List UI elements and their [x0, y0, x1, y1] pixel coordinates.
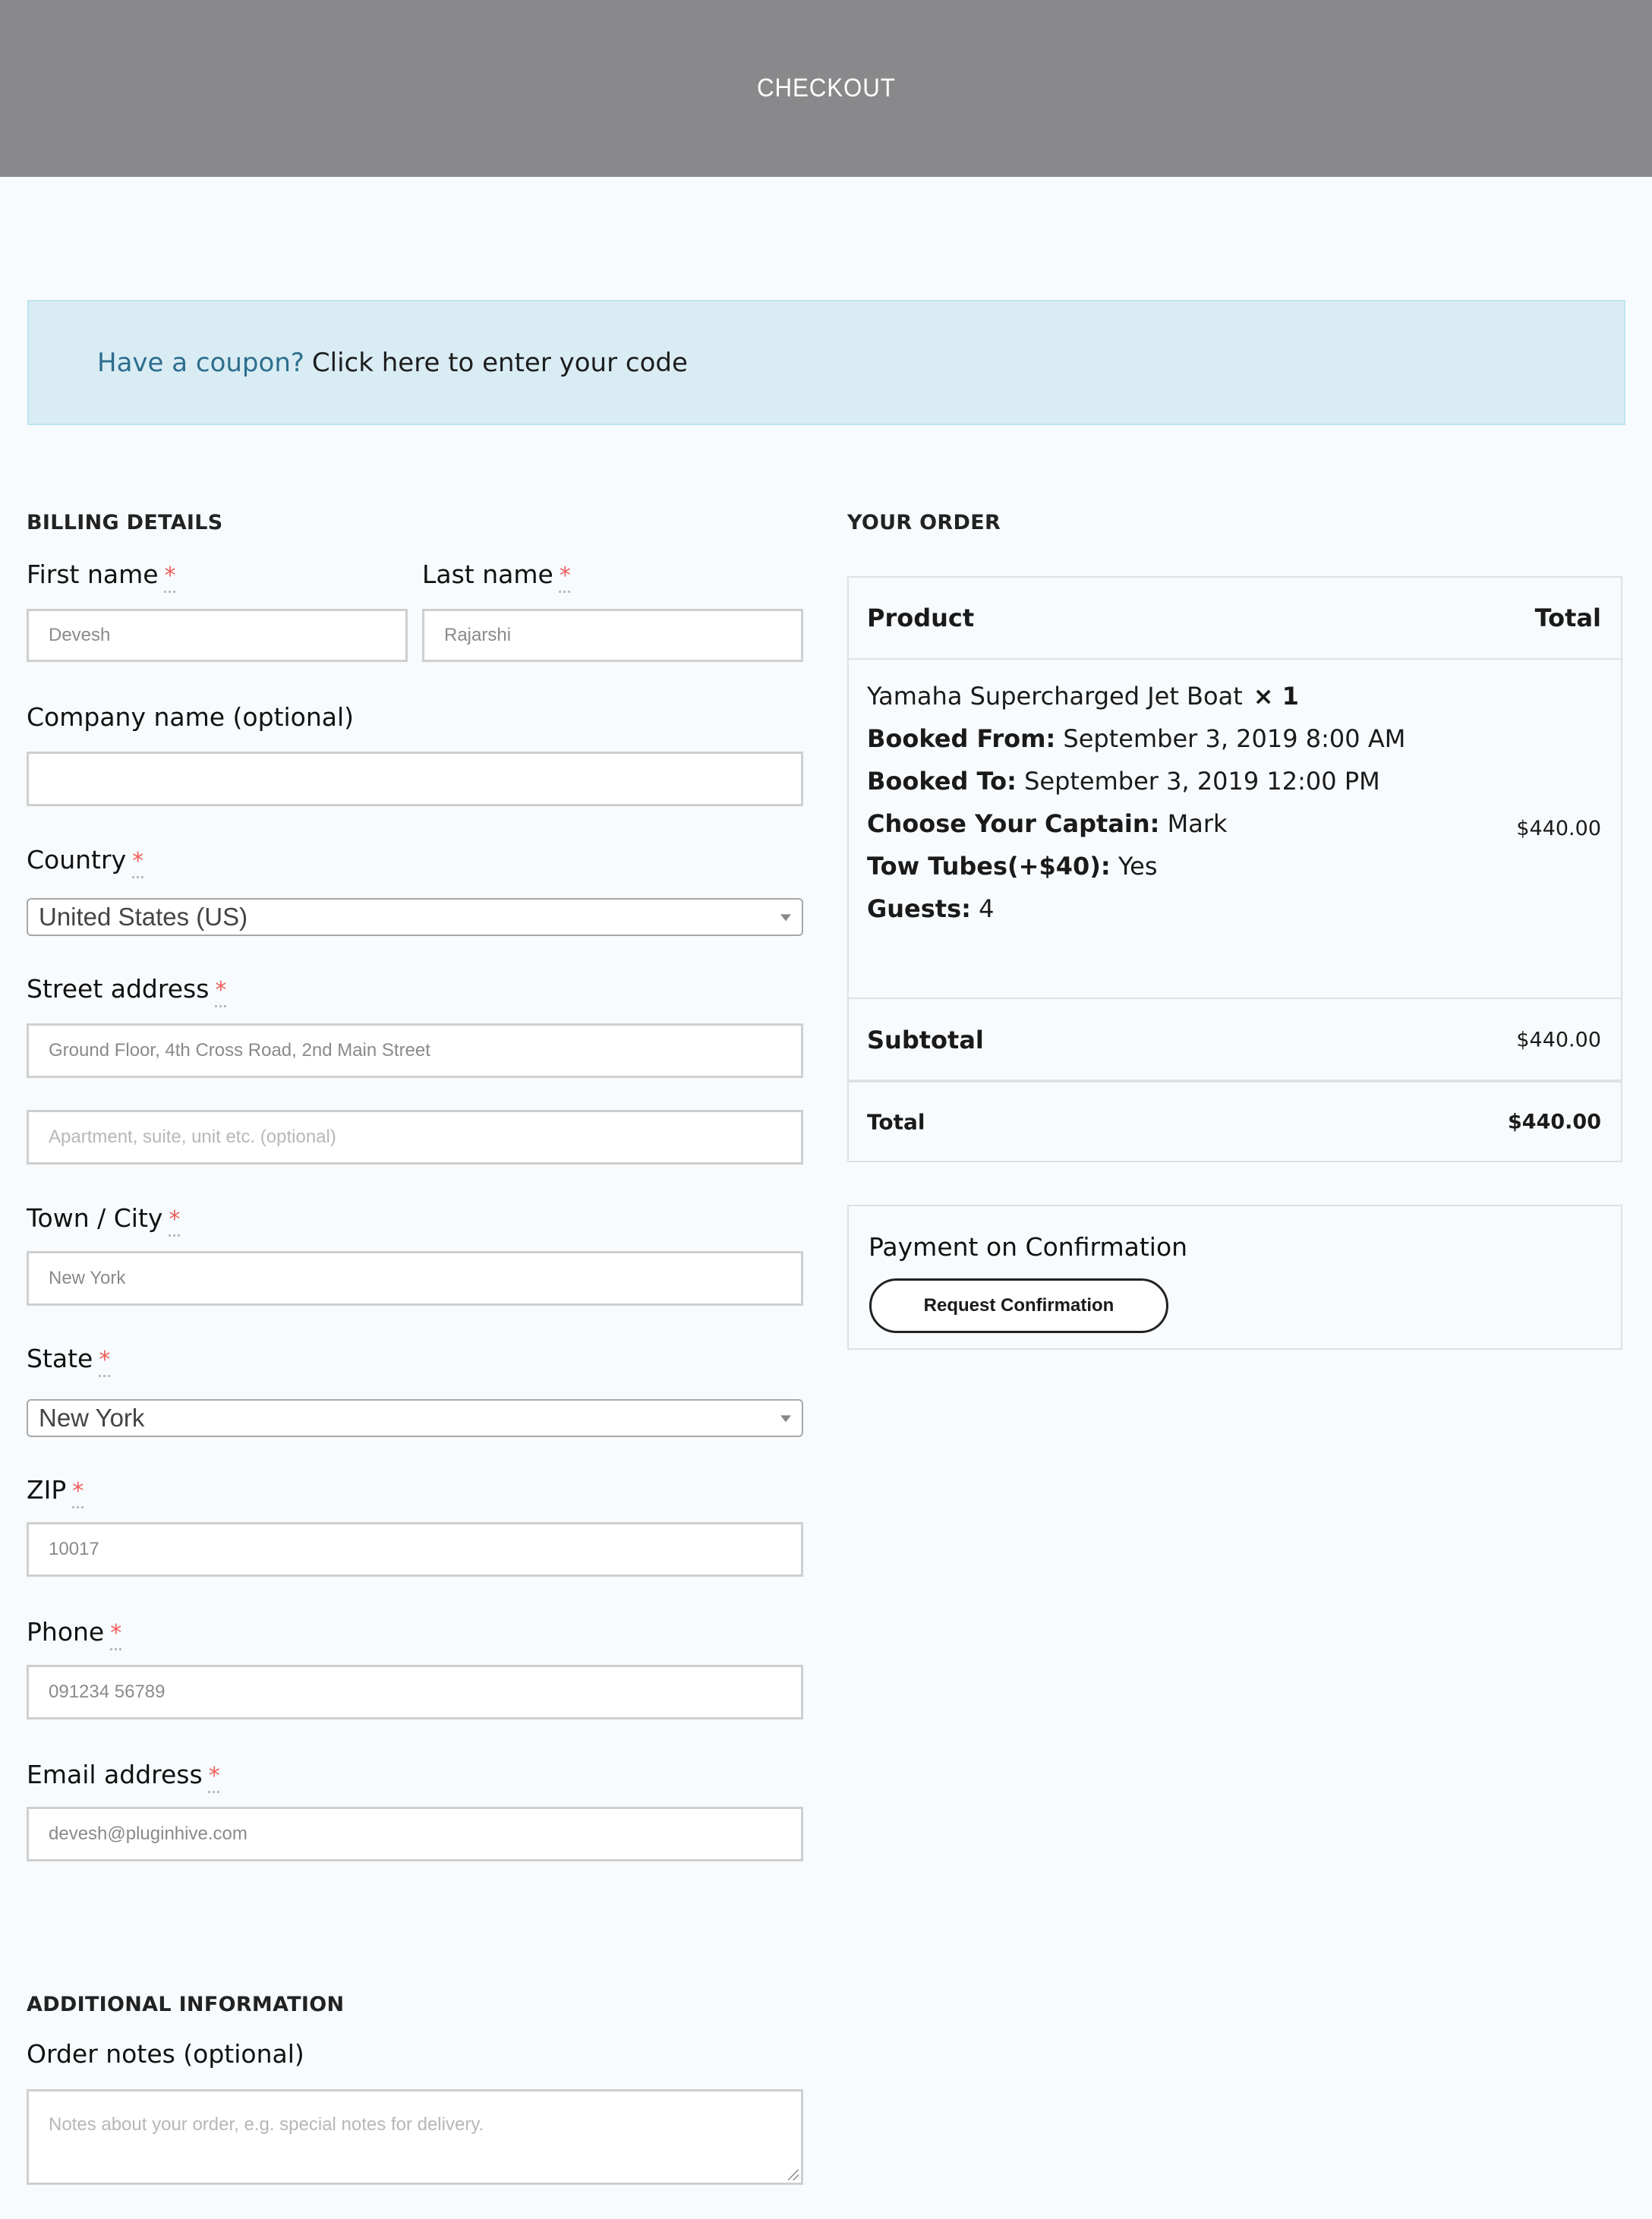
item-meta-booked-from: Booked From: September 3, 2019 8:00 AM — [867, 717, 1405, 760]
required-marker: * — [132, 848, 144, 875]
last-name-label: Last name * — [422, 559, 571, 589]
state-select[interactable]: New York — [27, 1399, 803, 1437]
street-address-line1-input[interactable]: Ground Floor, 4th Cross Road, 2nd Main S… — [27, 1023, 803, 1078]
meta-value: September 3, 2019 12:00 PM — [1024, 767, 1380, 796]
first-name-label: First name * — [27, 559, 176, 589]
item-meta-booked-to: Booked To: September 3, 2019 12:00 PM — [867, 760, 1405, 802]
resize-handle-icon[interactable] — [788, 2170, 799, 2180]
last-name-input[interactable]: Rajarshi — [422, 609, 803, 662]
email-input[interactable]: devesh@pluginhive.com — [27, 1807, 803, 1861]
product-name: Yamaha Supercharged Jet Boat — [867, 682, 1243, 711]
company-name-label: Company name (optional) — [27, 702, 355, 732]
order-notes-label: Order notes (optional) — [27, 2039, 304, 2069]
city-label-text: Town / City — [27, 1203, 163, 1233]
required-marker: * — [72, 1478, 84, 1505]
zip-input[interactable]: 10017 — [27, 1522, 803, 1577]
required-marker: * — [99, 1347, 111, 1373]
subtotal-row: Subtotal $440.00 — [849, 1001, 1621, 1083]
additional-information-heading: ADDITIONAL INFORMATION — [27, 1993, 345, 2016]
meta-key: Booked From: — [867, 724, 1056, 753]
table-header-row: Product Total — [849, 578, 1621, 660]
meta-value: 4 — [979, 894, 995, 923]
required-marker: * — [110, 1620, 122, 1647]
order-notes-placeholder: Notes about your order, e.g. special not… — [49, 2114, 484, 2135]
column-header-product: Product — [867, 604, 975, 632]
city-label: Town / City * — [27, 1203, 180, 1233]
state-label-text: State — [27, 1344, 93, 1373]
email-label: Email address * — [27, 1760, 220, 1789]
email-label-text: Email address — [27, 1760, 203, 1789]
phone-label-text: Phone — [27, 1617, 105, 1647]
payment-method-label: Payment on Confirmation — [869, 1232, 1188, 1262]
country-label: Country * — [27, 845, 143, 875]
item-meta-captain: Choose Your Captain: Mark — [867, 802, 1405, 845]
meta-key: Choose Your Captain: — [867, 809, 1160, 838]
chevron-down-icon — [780, 1415, 791, 1423]
first-name-input[interactable]: Devesh — [27, 609, 408, 662]
column-header-total: Total — [1534, 604, 1601, 632]
page-header: CHECKOUT — [0, 0, 1652, 177]
street-address-line2-input[interactable]: Apartment, suite, unit etc. (optional) — [27, 1110, 803, 1165]
order-item-name: Yamaha Supercharged Jet Boat × 1 — [867, 675, 1405, 717]
your-order-heading: YOUR ORDER — [847, 511, 1001, 534]
subtotal-label: Subtotal — [867, 1026, 984, 1054]
street-address-label: Street address * — [27, 974, 226, 1004]
total-row: Total $440.00 — [849, 1083, 1621, 1161]
payment-section: Payment on Confirmation Request Confirma… — [847, 1205, 1622, 1350]
total-value: $440.00 — [1508, 1110, 1601, 1133]
zip-label: ZIP * — [27, 1475, 84, 1505]
city-input[interactable]: New York — [27, 1251, 803, 1306]
product-quantity: × 1 — [1253, 682, 1299, 711]
zip-label-text: ZIP — [27, 1475, 67, 1505]
coupon-question: Have a coupon? — [97, 347, 304, 378]
company-name-input[interactable] — [27, 752, 803, 806]
item-line-total: $440.00 — [1516, 817, 1601, 840]
last-name-label-text: Last name — [422, 559, 553, 589]
required-marker: * — [559, 563, 571, 589]
meta-value: Yes — [1118, 852, 1158, 881]
meta-value: September 3, 2019 8:00 AM — [1063, 724, 1406, 753]
state-selected-value: New York — [39, 1404, 145, 1432]
phone-input[interactable]: 091234 56789 — [27, 1665, 803, 1719]
order-item-details: Yamaha Supercharged Jet Boat × 1 Booked F… — [867, 675, 1405, 930]
state-label: State * — [27, 1344, 110, 1373]
show-coupon-link[interactable]: Click here to enter your code — [312, 348, 688, 378]
meta-key: Tow Tubes(+$40): — [867, 852, 1111, 881]
coupon-notice: Have a coupon? Click here to enter your … — [27, 300, 1625, 425]
chevron-down-icon — [780, 914, 791, 922]
country-label-text: Country — [27, 845, 127, 875]
page-title: CHECKOUT — [756, 74, 896, 102]
meta-key: Booked To: — [867, 767, 1017, 796]
subtotal-value: $440.00 — [1516, 1028, 1601, 1052]
required-marker: * — [164, 563, 176, 589]
required-marker: * — [215, 977, 227, 1004]
required-marker: * — [208, 1763, 220, 1789]
meta-key: Guests: — [867, 894, 971, 923]
meta-value: Mark — [1167, 809, 1228, 838]
country-select[interactable]: United States (US) — [27, 898, 803, 936]
first-name-label-text: First name — [27, 559, 159, 589]
country-selected-value: United States (US) — [39, 903, 248, 931]
order-review-table: Product Total Yamaha Supercharged Jet Bo… — [847, 576, 1622, 1162]
street-address-label-text: Street address — [27, 974, 210, 1004]
phone-label: Phone * — [27, 1617, 121, 1647]
required-marker: * — [169, 1206, 181, 1233]
item-meta-tow-tubes: Tow Tubes(+$40): Yes — [867, 845, 1405, 887]
order-notes-textarea[interactable]: Notes about your order, e.g. special not… — [27, 2089, 803, 2185]
billing-details-heading: BILLING DETAILS — [27, 511, 223, 534]
item-meta-guests: Guests: 4 — [867, 887, 1405, 930]
total-label: Total — [867, 1109, 925, 1134]
request-confirmation-button[interactable]: Request Confirmation — [869, 1278, 1168, 1333]
